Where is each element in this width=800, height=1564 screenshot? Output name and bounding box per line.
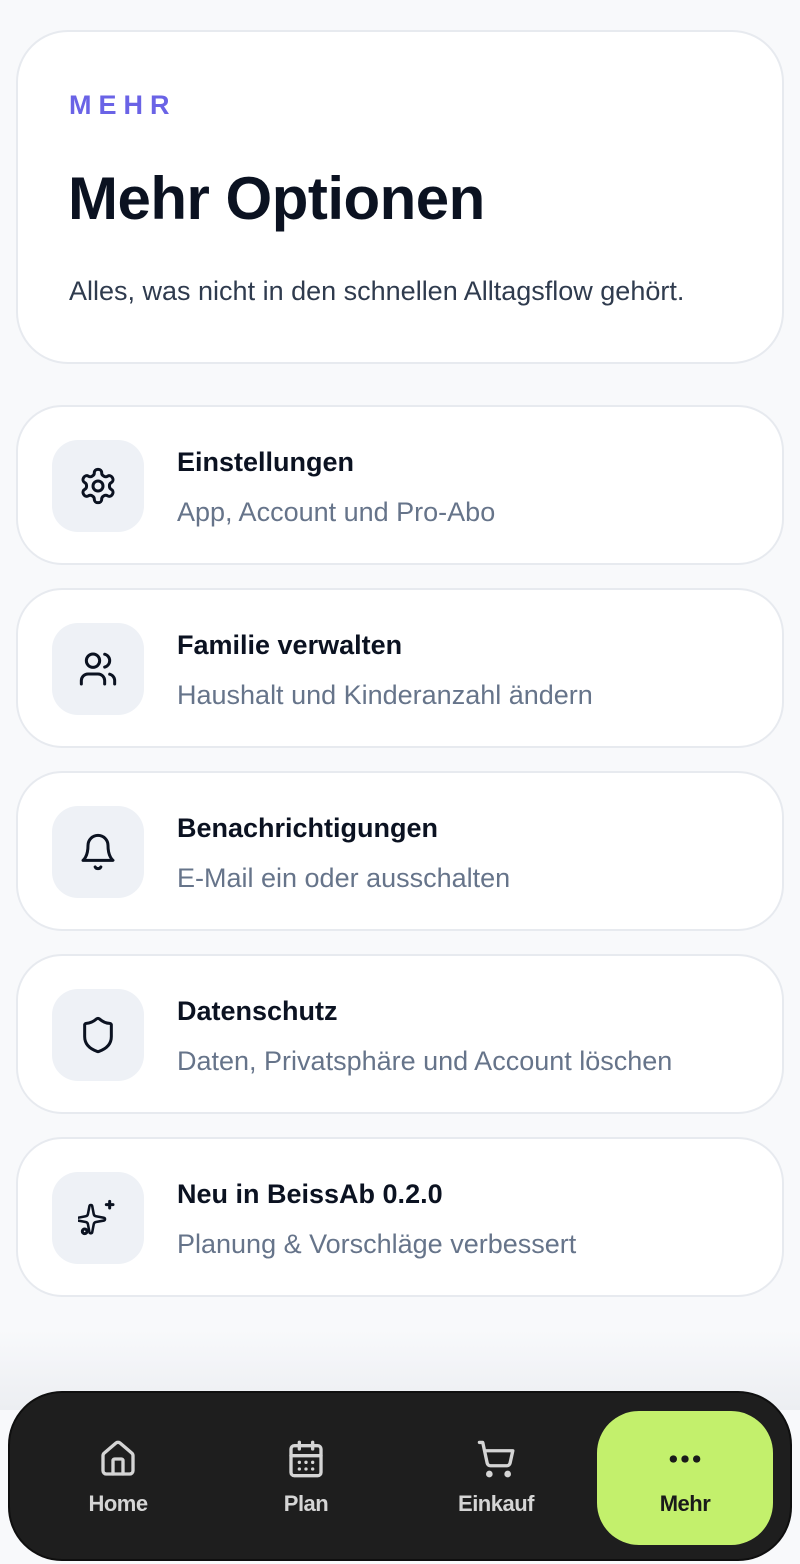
page-subtitle: Alles, was nicht in den schnellen Alltag…: [69, 276, 685, 306]
menu-item-whats-new[interactable]: Neu in BeissAb 0.2.0 Planung & Vorschläg…: [16, 1137, 784, 1297]
more-dots-icon: [669, 1455, 701, 1463]
nav-label: Mehr: [659, 1491, 711, 1516]
shield-icon: [83, 1016, 113, 1054]
menu-item-settings[interactable]: Einstellungen App, Account und Pro-Abo: [16, 405, 784, 565]
nav-label: Plan: [283, 1491, 329, 1516]
nav-label: Home: [88, 1491, 148, 1516]
nav-item-plan[interactable]: Plan: [218, 1411, 394, 1545]
home-icon: [101, 1440, 135, 1476]
menu-item-title: Familie verwalten: [177, 630, 403, 660]
menu-item-notifications[interactable]: Benachrichtigungen E-Mail ein oder aussc…: [16, 771, 784, 931]
menu-item-description: Daten, Privatsphäre und Account löschen: [177, 1046, 673, 1076]
sparkles-icon: [78, 1199, 115, 1236]
nav-item-home[interactable]: Home: [30, 1411, 206, 1545]
menu-item-description: Haushalt und Kinderanzahl ändern: [177, 680, 593, 710]
more-options-screen: MEHR Mehr Optionen Alles, was nicht in d…: [0, 0, 800, 1564]
menu-item-description: E-Mail ein oder ausschalten: [177, 863, 511, 893]
bell-icon: [81, 833, 115, 871]
menu-item-title: Einstellungen: [177, 447, 355, 477]
menu-item-description: App, Account und Pro-Abo: [177, 497, 496, 527]
gear-icon: [81, 467, 115, 505]
icon-box: [52, 806, 144, 898]
menu-item-privacy[interactable]: Datenschutz Daten, Privatsphäre und Acco…: [16, 954, 784, 1114]
menu-item-title: Datenschutz: [177, 996, 338, 1026]
page-title: Mehr Optionen: [68, 165, 485, 232]
menu-item-title: Benachrichtigungen: [177, 813, 439, 843]
bottom-nav: Home Plan Einkauf Mehr: [8, 1391, 792, 1561]
menu-item-description: Planung & Vorschläge verbessert: [177, 1229, 577, 1259]
nav-item-more[interactable]: Mehr: [597, 1411, 773, 1545]
section-eyebrow: MEHR: [69, 90, 177, 120]
calendar-icon: [289, 1440, 323, 1478]
cart-icon: [477, 1440, 515, 1478]
icon-box: [52, 989, 144, 1081]
icon-box: [52, 623, 144, 715]
users-icon: [79, 652, 117, 686]
icon-box: [52, 1172, 144, 1264]
nav-item-shopping[interactable]: Einkauf: [408, 1411, 584, 1545]
nav-label: Einkauf: [458, 1491, 534, 1516]
icon-box: [52, 440, 144, 532]
menu-item-title: Neu in BeissAb 0.2.0: [177, 1179, 443, 1209]
header-card: MEHR Mehr Optionen Alles, was nicht in d…: [16, 30, 784, 364]
menu-item-family[interactable]: Familie verwalten Haushalt und Kinderanz…: [16, 588, 784, 748]
